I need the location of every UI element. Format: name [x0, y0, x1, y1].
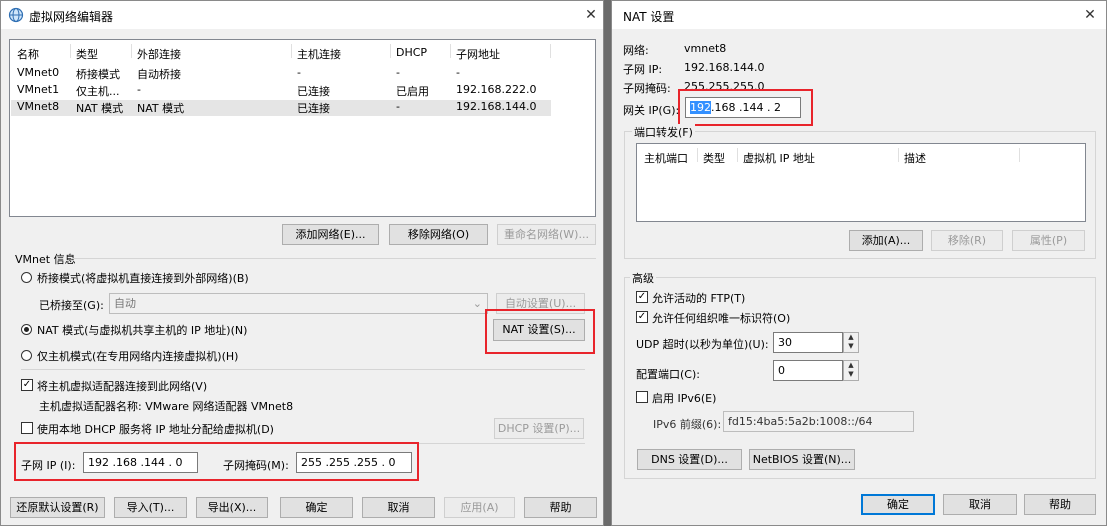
- add-network-button[interactable]: 添加网络(E)...: [282, 224, 379, 245]
- virtual-network-editor-window: 虚拟网络编辑器 ✕ 名称 类型 外部连接 主机连接 DHCP 子网地址 VMne…: [0, 0, 604, 526]
- table-row-selected[interactable]: VMnet8 NAT 模式 NAT 模式 已连接 - 192.168.144.0: [11, 100, 551, 116]
- allow-ftp-checkbox[interactable]: ✓: [636, 291, 648, 303]
- config-port-label: 配置端口(C):: [636, 368, 700, 381]
- add-button[interactable]: 添加(A)...: [849, 230, 923, 251]
- table-row[interactable]: VMnet1 仅主机... - 已连接 已启用 192.168.222.0: [11, 83, 551, 99]
- col-header-type[interactable]: 类型: [703, 150, 725, 166]
- host-only-radio[interactable]: [21, 350, 32, 361]
- ipv6-prefix-field[interactable]: fd15:4ba5:5a2b:1008::/64: [723, 411, 914, 432]
- close-icon[interactable]: ✕: [1080, 5, 1100, 25]
- col-header-host-port[interactable]: 主机端口: [644, 150, 688, 166]
- table-row[interactable]: VMnet0 桥接模式 自动桥接 - - -: [11, 66, 551, 82]
- subnet-ip-label: 子网 IP:: [623, 63, 663, 76]
- window-title: NAT 设置: [623, 10, 675, 24]
- config-port-field[interactable]: 0: [773, 360, 843, 381]
- col-header-dhcp[interactable]: DHCP: [396, 46, 427, 59]
- col-header-name[interactable]: 名称: [17, 46, 39, 62]
- import-button[interactable]: 导入(T)...: [114, 497, 187, 518]
- close-icon[interactable]: ✕: [581, 5, 601, 25]
- network-label: 网络:: [623, 44, 649, 57]
- udp-timeout-label: UDP 超时(以秒为单位)(U):: [636, 338, 769, 351]
- rename-network-button[interactable]: 重命名网络(W)...: [497, 224, 596, 245]
- adapter-name-text: 主机虚拟适配器名称: VMware 网络适配器 VMnet8: [39, 400, 294, 413]
- enable-ipv6-checkbox[interactable]: [636, 391, 648, 403]
- ok-button[interactable]: 确定: [861, 494, 935, 515]
- gateway-label: 网关 IP(G):: [623, 104, 680, 117]
- udp-timeout-spinner[interactable]: ▲ ▼: [843, 332, 859, 353]
- port-forwarding-list[interactable]: 主机端口 类型 虚拟机 IP 地址 描述: [636, 143, 1086, 222]
- title-bar: 虚拟网络编辑器 ✕: [1, 1, 603, 29]
- highlight-box: [678, 89, 813, 126]
- help-button[interactable]: 帮助: [524, 497, 597, 518]
- bridged-to-select[interactable]: 自动 ⌄: [109, 293, 488, 314]
- nat-mode-radio[interactable]: [21, 324, 32, 335]
- host-only-label[interactable]: 仅主机模式(在专用网络内连接虚拟机)(H): [37, 348, 238, 364]
- udp-timeout-field[interactable]: 30: [773, 332, 843, 353]
- dns-settings-button[interactable]: DNS 设置(D)...: [637, 449, 742, 470]
- col-header-external[interactable]: 外部连接: [137, 46, 181, 62]
- help-button[interactable]: 帮助: [1024, 494, 1096, 515]
- apply-button[interactable]: 应用(A): [444, 497, 515, 518]
- network-value: vmnet8: [684, 42, 727, 55]
- dhcp-settings-button[interactable]: DHCP 设置(P)...: [494, 418, 584, 439]
- cancel-button[interactable]: 取消: [362, 497, 435, 518]
- export-button[interactable]: 导出(X)...: [196, 497, 268, 518]
- use-dhcp-checkbox[interactable]: [21, 422, 33, 434]
- col-header-vm-ip[interactable]: 虚拟机 IP 地址: [743, 150, 815, 166]
- vmnet-info-label: VMnet 信息: [15, 253, 76, 266]
- col-header-description[interactable]: 描述: [904, 150, 926, 166]
- config-port-spinner[interactable]: ▲ ▼: [843, 360, 859, 381]
- subnet-ip-value: 192.168.144.0: [684, 61, 765, 74]
- restore-defaults-button[interactable]: 还原默认设置(R): [10, 497, 105, 518]
- window-title: 虚拟网络编辑器: [29, 10, 114, 24]
- netbios-settings-button[interactable]: NetBIOS 设置(N)...: [749, 449, 855, 470]
- remove-network-button[interactable]: 移除网络(O): [389, 224, 488, 245]
- allow-org-uid-label[interactable]: 允许任何组织唯一标识符(O): [652, 310, 790, 326]
- port-forwarding-label: 端口转发(F): [632, 124, 695, 140]
- ipv6-prefix-label: IPv6 前缀(6):: [653, 418, 722, 431]
- highlight-box: [14, 442, 419, 481]
- properties-button[interactable]: 属性(P): [1012, 230, 1085, 251]
- globe-icon: [8, 7, 24, 23]
- subnet-mask-label: 子网掩码:: [623, 82, 671, 95]
- enable-ipv6-label[interactable]: 启用 IPv6(E): [652, 390, 716, 406]
- remove-button[interactable]: 移除(R): [931, 230, 1003, 251]
- col-header-subnet[interactable]: 子网地址: [456, 46, 500, 62]
- advanced-label: 高级: [630, 270, 656, 286]
- highlight-box: [485, 309, 595, 354]
- network-list[interactable]: 名称 类型 外部连接 主机连接 DHCP 子网地址 VMnet0 桥接模式 自动…: [9, 39, 596, 217]
- bridged-mode-label[interactable]: 桥接模式(将虚拟机直接连接到外部网络)(B): [37, 270, 249, 286]
- use-dhcp-label[interactable]: 使用本地 DHCP 服务将 IP 地址分配给虚拟机(D): [37, 421, 274, 437]
- nat-mode-label[interactable]: NAT 模式(与虚拟机共享主机的 IP 地址)(N): [37, 322, 247, 338]
- connect-adapter-checkbox[interactable]: ✓: [21, 379, 33, 391]
- col-header-host[interactable]: 主机连接: [297, 46, 341, 62]
- bridged-mode-radio[interactable]: [21, 272, 32, 283]
- nat-settings-window: NAT 设置 ✕ 网络: vmnet8 子网 IP: 192.168.144.0…: [611, 0, 1107, 526]
- ok-button[interactable]: 确定: [280, 497, 353, 518]
- allow-org-uid-checkbox[interactable]: ✓: [636, 311, 648, 323]
- connect-adapter-label[interactable]: 将主机虚拟适配器连接到此网络(V): [37, 378, 207, 394]
- bridged-to-label: 已桥接至(G):: [39, 299, 104, 312]
- chevron-down-icon: ⌄: [472, 297, 482, 310]
- cancel-button[interactable]: 取消: [943, 494, 1017, 515]
- col-header-type[interactable]: 类型: [76, 46, 98, 62]
- allow-ftp-label[interactable]: 允许活动的 FTP(T): [652, 290, 745, 306]
- title-bar: NAT 设置 ✕: [612, 1, 1106, 29]
